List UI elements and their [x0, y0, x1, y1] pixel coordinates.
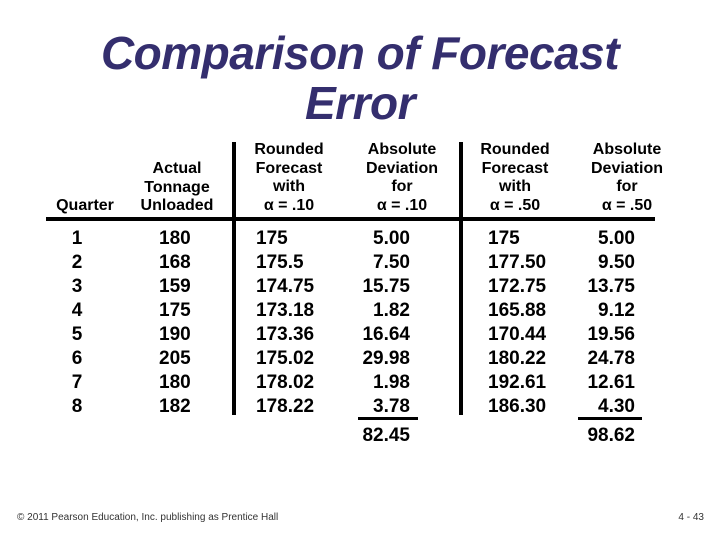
- cell-actual: 182: [159, 396, 191, 417]
- header-forecast-10-line: α = .10: [263, 196, 315, 214]
- header-deviation-50-line: Deviation: [590, 159, 663, 177]
- header-deviation-10-line: for: [391, 178, 413, 195]
- cell-forecast-10: 173.18: [256, 300, 315, 321]
- column-deviation-50: 5.00 9.50 13.75 9.12 19.56 24.78 12.61 4…: [565, 227, 635, 419]
- cell-forecast-10: 173.36: [256, 324, 315, 345]
- column-forecast-10: 175 175.5 174.75 173.18 173.36 175.02 17…: [256, 227, 346, 419]
- cell-forecast-10: 174.75: [256, 276, 315, 297]
- header-forecast-50-line: α = .50: [489, 196, 541, 214]
- page-number: 4 - 43: [678, 512, 704, 523]
- header-forecast-50-line: Rounded: [480, 141, 550, 158]
- cell-deviation-50: 5.00: [598, 228, 635, 249]
- header-deviation-10: Absolute Deviation for α = .10: [352, 141, 452, 215]
- cell-actual: 205: [159, 348, 191, 369]
- header-forecast-50-line: Forecast: [481, 159, 549, 177]
- header-forecast-50: Rounded Forecast with α = .50: [466, 141, 564, 215]
- cell-deviation-50: 12.61: [587, 372, 635, 393]
- cell-deviation-50: 19.56: [587, 324, 635, 345]
- cell-deviation-50: 9.12: [598, 300, 635, 321]
- cell-deviation-10: 15.75: [362, 276, 410, 297]
- cell-actual: 180: [159, 372, 191, 393]
- cell-forecast-10: 175.02: [256, 348, 315, 369]
- total-deviation-10: 82.45: [362, 425, 410, 446]
- header-deviation-10-line: Deviation: [365, 159, 438, 177]
- cell-quarter: 5: [71, 324, 83, 345]
- cell-deviation-50: 13.75: [587, 276, 635, 297]
- cell-deviation-10: 1.82: [373, 300, 410, 321]
- header-rule: [316, 217, 655, 221]
- cell-quarter: 6: [71, 348, 83, 369]
- cell-forecast-10: 178.02: [256, 372, 315, 393]
- cell-actual: 168: [159, 252, 191, 273]
- header-deviation-50-line: Absolute: [592, 141, 662, 158]
- cell-deviation-10: 3.78: [373, 396, 410, 417]
- cell-actual: 175: [159, 300, 191, 321]
- header-quarter: Quarter: [40, 197, 130, 216]
- header-actual-line: Actual: [152, 160, 202, 177]
- cell-deviation-50: 4.30: [598, 396, 635, 417]
- column-divider: [232, 142, 236, 415]
- cell-quarter: 1: [71, 228, 83, 249]
- column-actual: 180 168 159 175 190 205 180 182: [159, 227, 219, 419]
- cell-quarter: 7: [71, 372, 83, 393]
- total-deviation-50: 98.62: [587, 425, 635, 446]
- cell-quarter: 2: [71, 252, 83, 273]
- cell-forecast-10: 175.5: [256, 252, 304, 273]
- header-actual-line: Tonnage: [144, 178, 210, 196]
- header-forecast-50-line: with: [499, 178, 531, 195]
- header-deviation-50: Absolute Deviation for α = .50: [576, 141, 678, 215]
- cell-quarter: 3: [71, 276, 83, 297]
- cell-deviation-10: 29.98: [362, 348, 410, 369]
- copyright-notice: © 2011 Pearson Education, Inc. publishin…: [17, 512, 279, 523]
- column-quarter: 1 2 3 4 5 6 7 8: [62, 227, 92, 419]
- header-forecast-10-line: with: [273, 178, 305, 195]
- header-forecast-10-line: Forecast: [255, 159, 323, 177]
- cell-deviation-50: 24.78: [587, 348, 635, 369]
- cell-deviation-10: 5.00: [373, 228, 410, 249]
- header-forecast-10-line: Rounded: [254, 141, 324, 158]
- header-deviation-50-line: α = .50: [601, 196, 653, 214]
- header-actual-line: Unloaded: [140, 197, 214, 214]
- header-deviation-50-line: for: [616, 178, 638, 195]
- header-deviation-10-line: α = .10: [376, 196, 428, 214]
- header-deviation-10-line: Absolute: [367, 141, 437, 158]
- column-deviation-10: 5.00 7.50 15.75 1.82 16.64 29.98 1.98 3.…: [340, 227, 410, 419]
- cell-deviation-10: 7.50: [373, 252, 410, 273]
- cell-quarter: 8: [71, 396, 83, 417]
- cell-actual: 159: [159, 276, 191, 297]
- cell-forecast-10: 175: [256, 228, 288, 249]
- slide-title-line2: Error: [305, 77, 415, 129]
- header-quarter-text: Quarter: [56, 197, 114, 214]
- column-divider: [459, 142, 463, 415]
- cell-quarter: 4: [71, 300, 83, 321]
- cell-forecast-10: 178.22: [256, 396, 315, 417]
- slide-title-line1: Comparison of Forecast: [100, 27, 620, 79]
- cell-deviation-50: 9.50: [598, 252, 635, 273]
- cell-deviation-10: 1.98: [373, 372, 410, 393]
- header-forecast-10: Rounded Forecast with α = .10: [240, 141, 338, 215]
- cell-actual: 180: [159, 228, 191, 249]
- header-rule: [46, 217, 316, 221]
- cell-actual: 190: [159, 324, 191, 345]
- cell-deviation-10: 16.64: [362, 324, 410, 345]
- header-actual: Actual Tonnage Unloaded: [128, 160, 226, 216]
